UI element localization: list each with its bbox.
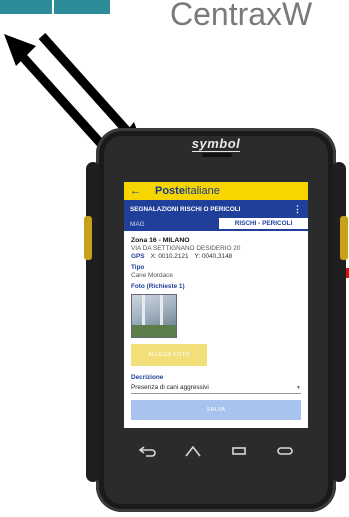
device-grip-right: [332, 162, 346, 482]
home-nav-icon[interactable]: [183, 444, 203, 458]
side-scan-button-left[interactable]: [84, 216, 92, 260]
android-nav-bar: [124, 436, 308, 466]
tipo-label: Tipo: [131, 264, 145, 272]
gps-y: Y: 0040,3148: [194, 253, 233, 261]
more-vertical-icon[interactable]: ⋮: [293, 204, 302, 214]
slide-title: CentraxW: [170, 0, 313, 32]
device-screen: ← Posteitaliane SEGNALAZIONI RISCHI O PE…: [124, 182, 308, 428]
descrizione-label: Decrizione: [131, 374, 164, 382]
device-brand: symbol: [191, 136, 241, 152]
allega-foto-button[interactable]: ALLEGA FOTO: [131, 344, 207, 367]
gps-label: GPS: [131, 253, 145, 261]
tab-bar: MAG RISCHI - PERICOLI: [124, 218, 308, 231]
descrizione-value: Presenza di cani aggressivi: [131, 384, 209, 392]
descrizione-select[interactable]: Presenza di cani aggressivi ▼: [131, 384, 301, 395]
tab-rischi-pericoli[interactable]: RISCHI - PERICOLI: [219, 218, 308, 231]
gps-row: GPS X: 0010.2121 Y: 0040,3148: [131, 253, 301, 261]
handheld-device: symbol ← Posteitaliane SEGNALAZIONI RISC…: [84, 128, 348, 512]
device-grip-left: [86, 162, 100, 482]
dropdown-caret-icon: ▼: [296, 385, 301, 392]
gps-x: X: 0010.2121: [150, 253, 189, 261]
arrow-left-icon[interactable]: ←: [130, 185, 141, 197]
photo-thumbnail[interactable]: [131, 294, 177, 339]
foto-label: Foto (Richieste 1): [131, 283, 185, 291]
screen-titlebar: SEGNALAZIONI RISCHI O PERICOLI ⋮: [124, 200, 308, 218]
recent-apps-icon[interactable]: [275, 444, 295, 458]
app-logo: Posteitaliane: [155, 185, 220, 197]
zona-heading: Zona 16 - MILANO: [131, 237, 190, 244]
app-bar: ← Posteitaliane: [124, 182, 308, 200]
menu-nav-icon[interactable]: [229, 444, 249, 458]
tipo-value: Cane Mordace: [131, 272, 173, 280]
back-nav-icon[interactable]: [137, 444, 157, 458]
screen-title: SEGNALAZIONI RISCHI O PERICOLI: [130, 205, 241, 213]
address-text: VIA DA SETTIGNANO DESIDERIO 20: [131, 245, 241, 253]
photo-ground: [132, 325, 176, 338]
corner-badge: [0, 0, 110, 14]
speaker-grille: [202, 153, 232, 157]
side-scan-button-right[interactable]: [340, 216, 348, 260]
tab-mag[interactable]: MAG: [124, 218, 219, 231]
form-content: Zona 16 - MILANO VIA DA SETTIGNANO DESID…: [124, 231, 308, 421]
salva-button[interactable]: SALVA: [131, 400, 301, 421]
